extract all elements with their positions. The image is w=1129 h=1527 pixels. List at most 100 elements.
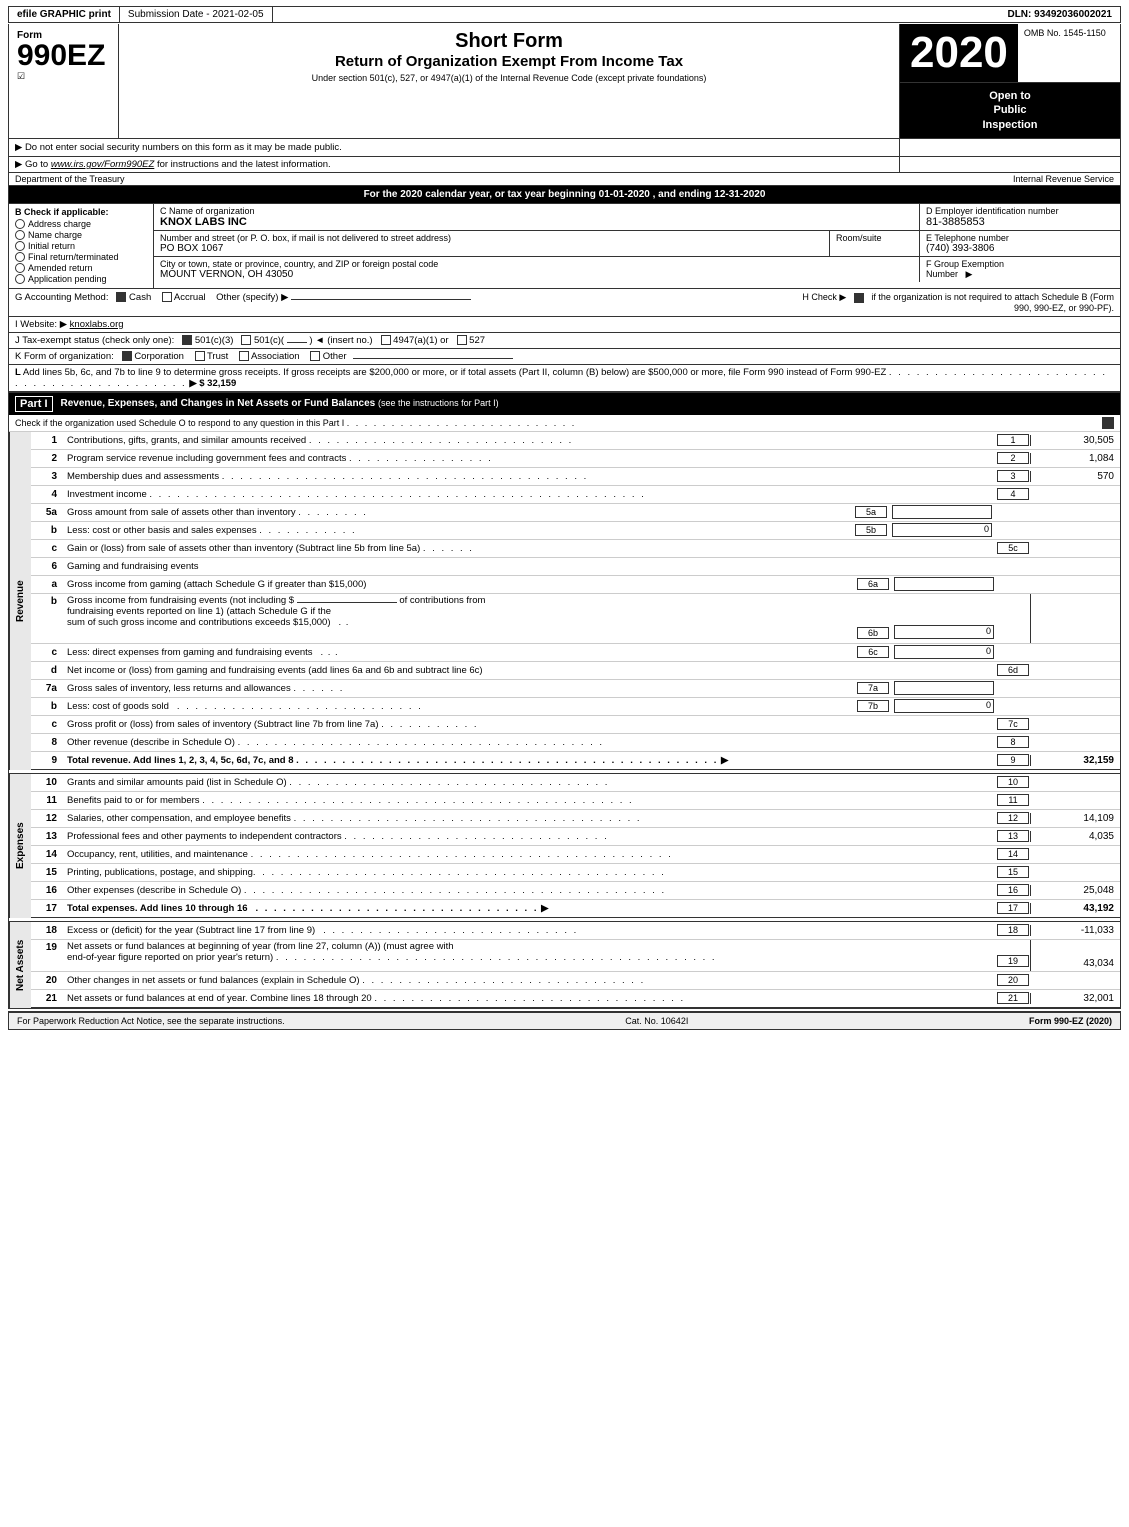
cash-label: Cash — [129, 292, 151, 303]
city-label: City or town, state or province, country… — [160, 259, 913, 269]
ein-label: D Employer identification number — [926, 206, 1114, 216]
schedule-o-checkbox[interactable] — [1102, 417, 1114, 429]
form-year-icon: ☑ — [17, 71, 110, 82]
row-5a-subinput[interactable] — [892, 505, 992, 519]
row-7c-ref: 7c — [997, 718, 1029, 730]
row-12-amount: 14,109 — [1030, 813, 1120, 824]
expenses-section-label: Expenses — [9, 774, 31, 918]
accrual-label: Accrual — [174, 292, 206, 303]
check-app-pending[interactable]: Application pending — [15, 274, 147, 284]
form-number: 990EZ — [17, 41, 110, 71]
row-17-desc: Total expenses. Add lines 10 through 16 … — [63, 902, 996, 915]
527-label: 527 — [469, 335, 485, 346]
row-16-num: 16 — [31, 885, 63, 896]
row-3-amount: 570 — [1030, 471, 1120, 482]
row-7b-subinput: 0 — [894, 699, 994, 713]
row-17-num: 17 — [31, 903, 63, 914]
row-10-desc: Grants and similar amounts paid (list in… — [63, 776, 996, 789]
row-6d-desc: Net income or (loss) from gaming and fun… — [63, 664, 996, 677]
501c3-checkbox[interactable] — [182, 335, 192, 345]
notice2-text: ▶ Go to www.irs.gov/Form990EZ for instru… — [15, 159, 331, 170]
line-l-amount: ▶ $ 32,159 — [189, 378, 236, 389]
row-16-desc: Other expenses (describe in Schedule O) … — [63, 884, 996, 897]
h-checkbox[interactable] — [854, 293, 864, 303]
row-6b-amount — [1030, 594, 1120, 643]
footer-formref: Form 990-EZ (2020) — [1029, 1016, 1112, 1026]
footer-catno: Cat. No. 10642I — [625, 1016, 688, 1026]
row-2-desc: Program service revenue including govern… — [63, 452, 996, 465]
check-name-change[interactable]: Name charge — [15, 230, 147, 240]
row-13-desc: Professional fees and other payments to … — [63, 830, 996, 843]
row-21-num: 21 — [31, 993, 63, 1004]
row-5c-desc: Gain or (loss) from sale of assets other… — [63, 542, 996, 555]
501c-label: 501(c)( — [254, 335, 284, 346]
schedule-o-note: Check if the organization used Schedule … — [15, 418, 576, 428]
501c-checkbox[interactable] — [241, 335, 251, 345]
check-initial-return[interactable]: Initial return — [15, 241, 147, 251]
row-11-ref: 11 — [997, 794, 1029, 806]
row-7c-num: c — [31, 719, 63, 730]
line-g-label: G Accounting Method: — [15, 292, 108, 303]
accrual-checkbox[interactable] — [162, 292, 172, 302]
tax-year-bar: For the 2020 calendar year, or tax year … — [8, 186, 1121, 204]
line-h-label: H Check ▶ — [802, 292, 846, 302]
group-exemption-label: F Group Exemption — [926, 259, 1114, 269]
org-name-value: KNOX LABS INC — [160, 216, 913, 228]
row-6c-num: c — [31, 647, 63, 658]
row-6c-subinput: 0 — [894, 645, 994, 659]
other-org-label: Other — [323, 351, 347, 362]
row-1-ref: 1 — [997, 434, 1029, 446]
row-16-amount: 25,048 — [1030, 885, 1120, 896]
row-5c-ref: 5c — [997, 542, 1029, 554]
row-7a-sublabel: 7a — [857, 682, 889, 694]
row-6d-num: d — [31, 665, 63, 676]
revenue-section-label: Revenue — [9, 432, 31, 770]
check-amended-return[interactable]: Amended return — [15, 263, 147, 273]
4947-checkbox[interactable] — [381, 335, 391, 345]
row-18-desc: Excess or (deficit) for the year (Subtra… — [63, 924, 996, 937]
row-4-num: 4 — [31, 489, 63, 500]
row-1-amount: 30,505 — [1030, 435, 1120, 446]
row-15-ref: 15 — [997, 866, 1029, 878]
dept-treasury: Department of the Treasury — [15, 174, 125, 184]
other-org-checkbox[interactable] — [310, 351, 320, 361]
trust-label: Trust — [207, 351, 228, 362]
row-13-amount: 4,035 — [1030, 831, 1120, 842]
4947-label: 4947(a)(1) or — [393, 335, 448, 346]
part-i-title: Revenue, Expenses, and Changes in Net As… — [61, 398, 499, 409]
row-6b-desc: Gross income from fundraising events (no… — [63, 594, 856, 629]
assoc-checkbox[interactable] — [239, 351, 249, 361]
row-8-desc: Other revenue (describe in Schedule O) .… — [63, 736, 996, 749]
row-6b-sublabel: 6b — [857, 627, 889, 639]
row-6a-desc: Gross income from gaming (attach Schedul… — [63, 578, 856, 591]
row-5c-num: c — [31, 543, 63, 554]
row-7a-subinput[interactable] — [894, 681, 994, 695]
row-5a-num: 5a — [31, 507, 63, 518]
cash-checkbox[interactable] — [116, 292, 126, 302]
check-final-return[interactable]: Final return/terminated — [15, 252, 147, 262]
row-1-desc: Contributions, gifts, grants, and simila… — [63, 434, 996, 447]
website-label: I Website: ▶ — [15, 319, 67, 330]
dln-number: DLN: 93492036002021 — [999, 7, 1120, 22]
row-20-num: 20 — [31, 975, 63, 986]
form-title-under: Under section 501(c), 527, or 4947(a)(1)… — [125, 73, 893, 83]
527-checkbox[interactable] — [457, 335, 467, 345]
line-h-text: if the organization is not required to a… — [871, 292, 1114, 313]
room-label: Room/suite — [836, 233, 913, 243]
row-19-desc: Net assets or fund balances at beginning… — [63, 940, 996, 964]
row-19-ref: 19 — [997, 955, 1029, 967]
row-14-ref: 14 — [997, 848, 1029, 860]
check-address-change[interactable]: Address charge — [15, 219, 147, 229]
footer-paperwork: For Paperwork Reduction Act Notice, see … — [17, 1016, 285, 1026]
corp-checkbox[interactable] — [122, 351, 132, 361]
part-i-label: Part I — [15, 396, 53, 412]
row-7b-sublabel: 7b — [857, 700, 889, 712]
open-to-public: Open toPublicInspection — [900, 83, 1120, 138]
notice1: ▶ Do not enter social security numbers o… — [15, 142, 342, 153]
row-5a-desc: Gross amount from sale of assets other t… — [63, 506, 854, 519]
row-21-desc: Net assets or fund balances at end of ye… — [63, 992, 996, 1005]
row-2-amount: 1,084 — [1030, 453, 1120, 464]
trust-checkbox[interactable] — [195, 351, 205, 361]
row-6a-subinput[interactable] — [894, 577, 994, 591]
form-org-label: K Form of organization: — [15, 351, 114, 362]
